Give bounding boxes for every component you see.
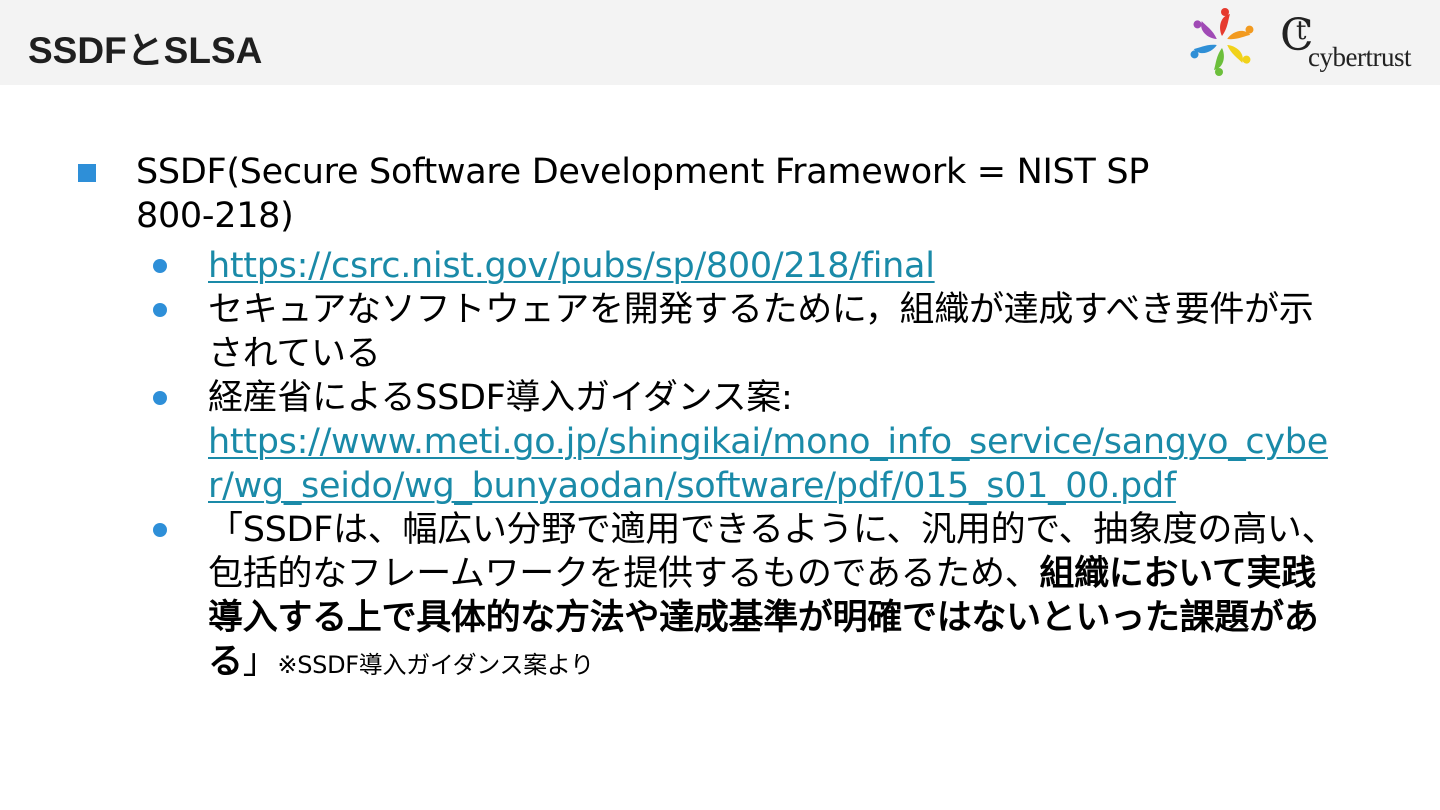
nist-link[interactable]: https://csrc.nist.gov/pubs/sp/800/218/fi…	[208, 246, 935, 286]
ssdf-heading: SSDF(Secure Software Development Framewo…	[136, 152, 1150, 236]
list-item: セキュアなソフトウェアを開発するために，組織が達成すべき要件が示されている	[153, 288, 1348, 376]
list-item: 「SSDFは、幅広い分野で適用できるように、汎用的で、抽象度の高い、包括的なフレ…	[153, 508, 1348, 687]
brand-name: cybertrust	[1308, 42, 1411, 72]
bullet-list: https://csrc.nist.gov/pubs/sp/800/218/fi…	[0, 244, 1440, 687]
list-item: 経産省によるSSDF導入ガイダンス案: https://www.meti.go.…	[153, 376, 1348, 508]
meti-guidance-label: 経産省によるSSDF導入ガイダンス案:	[208, 378, 793, 418]
page-title: SSDFとSLSA	[28, 30, 263, 71]
brand-mark-t: t	[1296, 16, 1307, 46]
round-bullet-icon	[153, 259, 167, 273]
cybertrust-logo: C t cybertrust	[1280, 14, 1426, 73]
meti-link[interactable]: https://www.meti.go.jp/shingikai/mono_in…	[208, 422, 1328, 506]
round-bullet-icon	[153, 391, 167, 405]
list-item: https://csrc.nist.gov/pubs/sp/800/218/fi…	[153, 244, 1348, 288]
square-bullet-icon	[78, 164, 96, 182]
requirements-text: セキュアなソフトウェアを開発するために，組織が達成すべき要件が示されている	[208, 290, 1314, 374]
source-note: ※SSDF導入ガイダンス案より	[277, 651, 594, 679]
pinwheel-logo-icon	[1190, 8, 1254, 76]
round-bullet-icon	[153, 303, 167, 317]
quote-close: 」	[242, 642, 278, 682]
header-bar: SSDFとSLSA C t cybertrust	[0, 0, 1440, 85]
round-bullet-icon	[153, 523, 167, 537]
